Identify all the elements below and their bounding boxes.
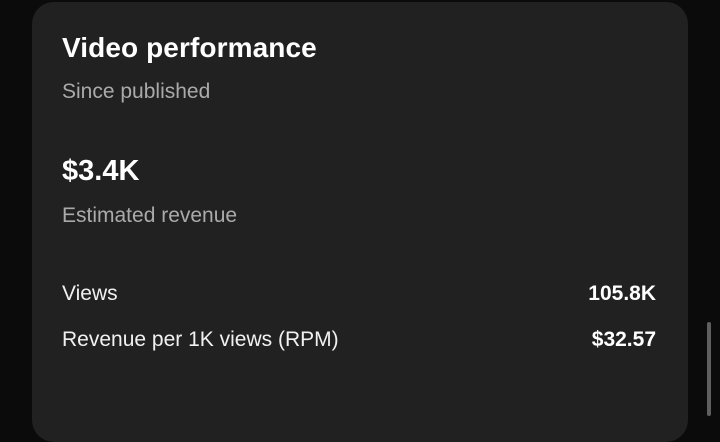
views-label: Views — [62, 282, 118, 305]
video-performance-card: Video performance Since published $3.4K … — [32, 2, 688, 442]
card-title: Video performance — [62, 32, 317, 63]
rpm-value: $32.57 — [591, 328, 656, 351]
card-subtitle: Since published — [62, 80, 211, 103]
scrollbar-thumb[interactable] — [707, 322, 711, 416]
estimated-revenue-label: Estimated revenue — [62, 204, 238, 227]
rpm-label: Revenue per 1K views (RPM) — [62, 328, 339, 351]
views-value: 105.8K — [588, 282, 656, 305]
estimated-revenue-value: $3.4K — [62, 155, 140, 187]
